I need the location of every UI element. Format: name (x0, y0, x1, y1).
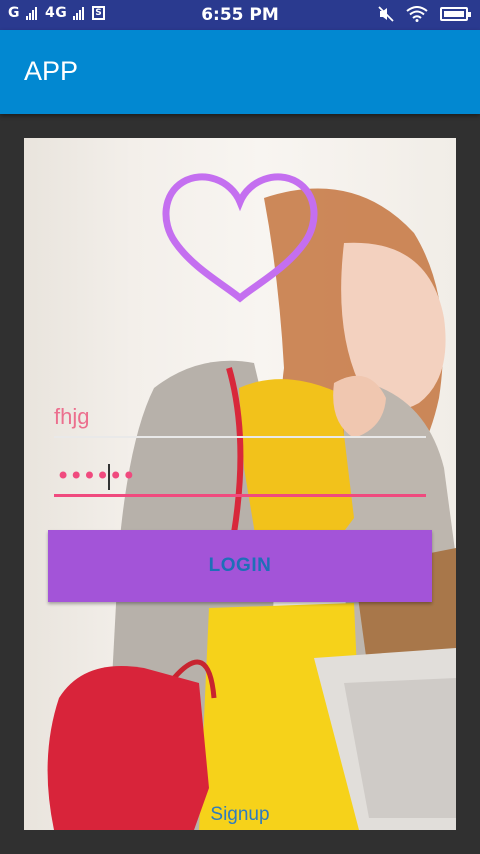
mute-icon (378, 6, 394, 22)
password-value: •••••• (56, 462, 136, 490)
battery-icon (440, 7, 471, 21)
status-right (378, 6, 471, 22)
username-value: fhjg (54, 404, 90, 429)
signup-link[interactable]: Signup (24, 804, 456, 826)
status-bar: G 4G S 6:55 PM (0, 0, 480, 30)
login-card: fhjg •••••• LOGIN Signup (24, 138, 456, 830)
password-field[interactable]: •••••• (54, 458, 426, 497)
heart-icon (162, 173, 318, 303)
text-cursor (108, 464, 110, 490)
app-bar: APP (0, 30, 480, 114)
username-field[interactable]: fhjg (54, 400, 426, 438)
app-title: APP (24, 56, 79, 86)
login-button[interactable]: LOGIN (48, 530, 432, 602)
wifi-icon (406, 6, 428, 22)
